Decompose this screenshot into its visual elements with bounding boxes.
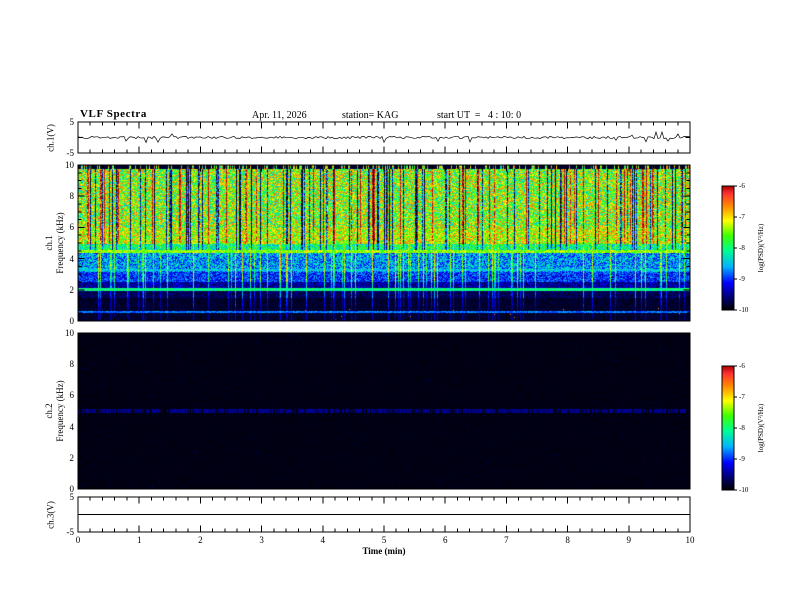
- x-tick-label: 3: [259, 535, 264, 545]
- x-tick-label: 7: [504, 535, 509, 545]
- colorbar-tick-label: -7: [739, 393, 745, 401]
- x-tick-label: 4: [320, 535, 326, 545]
- ch1-freq-tick-label: 10: [65, 160, 74, 170]
- colorbar-tick-label: -9: [739, 275, 745, 283]
- vlf-spectra-plot: VLF Spectra Apr. 11, 2026 station= KAG s…: [0, 0, 792, 612]
- ch2-freq-tick-label: 4: [69, 421, 75, 432]
- x-tick-label: 8: [565, 535, 570, 545]
- ch1-freq-tick-label: 0: [69, 316, 75, 326]
- ch1-waveform: [77, 130, 691, 144]
- ch1-freq-tick-label: 2: [69, 284, 75, 295]
- x-tick-label: 2: [198, 535, 203, 545]
- ch2-freq-tick-label: 10: [65, 328, 74, 338]
- ch3v-tick-label: -5: [66, 527, 75, 537]
- x-tick-label: 0: [75, 535, 81, 545]
- panel-frames: [77, 121, 735, 533]
- ch2-freq-tick-label: 8: [69, 359, 75, 370]
- colorbar-tick-label: -6: [739, 362, 745, 370]
- x-tick-label: 9: [626, 535, 632, 545]
- ch2-freq-tick-label: 2: [69, 452, 75, 463]
- ch1v-tick-label: 5: [69, 117, 75, 127]
- colorbar-tick-label: -8: [739, 244, 745, 252]
- axes-overlay: [77, 121, 737, 533]
- x-tick-label: 5: [381, 535, 387, 545]
- ch1v-tick-label: -5: [66, 148, 75, 158]
- colorbar-tick-label: -9: [739, 455, 745, 463]
- colorbar-tick-label: -6: [739, 182, 745, 190]
- colorbar-tick-label: -10: [739, 306, 749, 314]
- x-tick-label: 10: [685, 535, 695, 545]
- colorbar-tick-label: -7: [739, 213, 745, 221]
- ch1-freq-tick-label: 6: [69, 222, 75, 233]
- ch1-freq-tick-label: 4: [69, 253, 75, 264]
- ch2-freq-tick-label: 6: [69, 390, 75, 401]
- ch1-freq-tick-label: 8: [69, 191, 75, 202]
- x-tick-label: 6: [442, 535, 448, 545]
- x-tick-label: 1: [136, 535, 142, 545]
- colorbar-tick-label: -8: [739, 424, 745, 432]
- ch3v-tick-label: 5: [69, 492, 75, 502]
- axis-ticks: [77, 121, 737, 533]
- colorbar-tick-label: -10: [739, 486, 749, 494]
